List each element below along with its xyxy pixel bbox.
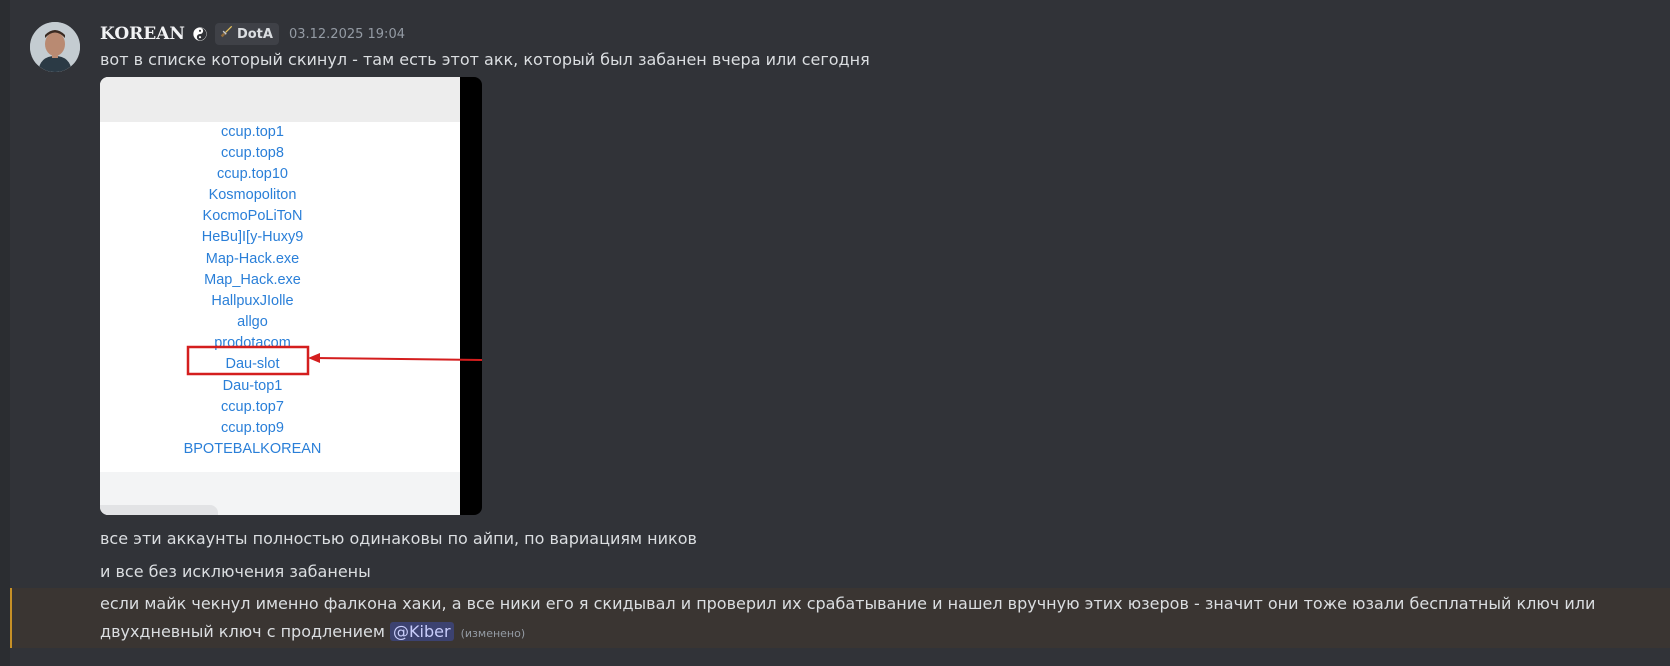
sword-icon (219, 25, 233, 43)
highlight-box (186, 345, 310, 376)
red-arrow (313, 357, 482, 361)
author-name[interactable]: KOREAN (100, 24, 185, 44)
message-line-1: вот в списке который скинул - там есть э… (100, 50, 870, 69)
image-attachment[interactable]: ccup.top1 ccup.top8 ccup.top10 Kosmopoli… (100, 77, 482, 515)
user-mention[interactable]: @Kiber (390, 622, 454, 641)
role-tag[interactable]: DotA (214, 23, 279, 45)
left-strip (0, 0, 10, 666)
message-line-2: все эти аккаунты полностью одинаковы по … (100, 529, 697, 548)
red-arrow-head (308, 353, 320, 363)
chat-view: KOREAN DotA 03.12.2025 19:04 вот в списк… (0, 0, 1670, 666)
message-line-4: если майк чекнул именно фалкона хаки, а … (100, 590, 1660, 648)
edited-label[interactable]: (изменено) (461, 627, 526, 640)
role-tag-label: DotA (236, 26, 273, 42)
message-line-3: и все без исключения забанены (100, 562, 371, 581)
message-header: KOREAN DotA 03.12.2025 19:04 (100, 22, 405, 46)
message-line-4-text: если майк чекнул именно фалкона хаки, а … (100, 594, 1596, 641)
timestamp[interactable]: 03.12.2025 19:04 (289, 27, 405, 42)
avatar[interactable] (30, 22, 80, 72)
yin-yang-icon (193, 27, 207, 41)
annotation-overlay (186, 345, 482, 376)
